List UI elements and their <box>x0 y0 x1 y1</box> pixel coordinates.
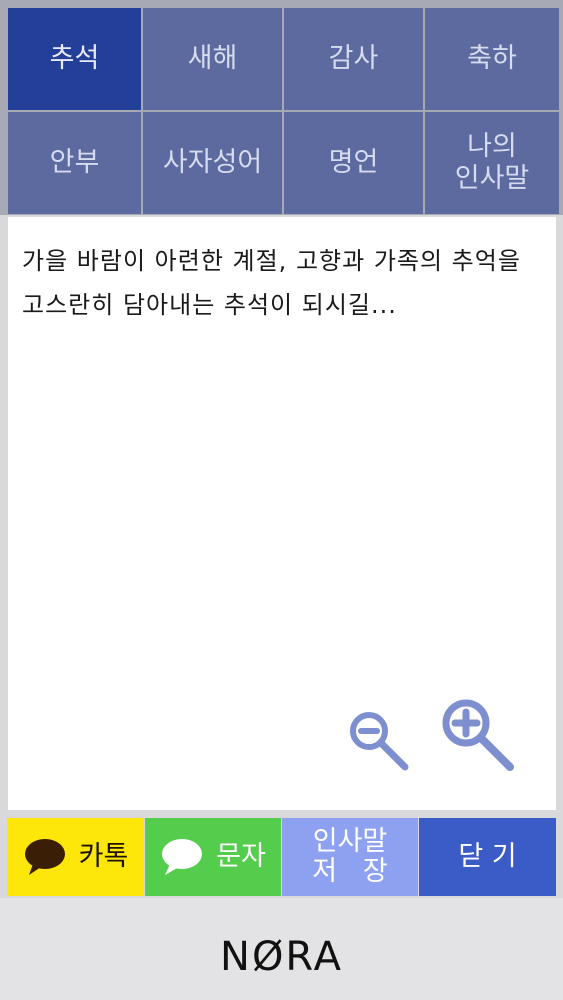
tab-new-year[interactable]: 새해 <box>143 8 282 110</box>
save-label-line1: 인사말 <box>312 826 388 857</box>
greeting-text: 가을 바람이 아련한 계절, 고향과 가족의 추억을 고스란히 담아내는 추석이… <box>22 247 521 319</box>
kakaotalk-label: 카톡 <box>78 841 129 872</box>
zoom-in-icon[interactable] <box>436 693 516 773</box>
message-panel: 가을 바람이 아련한 계절, 고향과 가족의 추억을 고스란히 담아내는 추석이… <box>8 217 556 810</box>
tab-my-greetings[interactable]: 나의 인사말 <box>425 112 559 214</box>
brand-logo: NØRA <box>220 934 343 980</box>
footer: NØRA <box>0 898 563 1000</box>
tab-congratulations[interactable]: 축하 <box>425 8 559 110</box>
speech-bubble-icon <box>23 837 67 877</box>
action-bar: 카톡 문자 인사말 저 장 닫 기 <box>7 818 557 896</box>
sms-label: 문자 <box>216 841 266 872</box>
save-greeting-button[interactable]: 인사말 저 장 <box>282 818 418 896</box>
tab-thanks[interactable]: 감사 <box>284 8 423 110</box>
close-button[interactable]: 닫 기 <box>419 818 556 896</box>
save-label-line2: 저 장 <box>312 856 388 887</box>
sms-share-button[interactable]: 문자 <box>145 818 281 896</box>
zoom-out-icon[interactable] <box>345 707 411 773</box>
close-label: 닫 기 <box>458 841 517 872</box>
kakaotalk-share-button[interactable]: 카톡 <box>7 818 144 896</box>
category-tabs: 추석 새해 감사 축하 안부 사자성어 명언 나의 인사말 <box>0 0 563 215</box>
tab-chuseok[interactable]: 추석 <box>8 8 141 110</box>
tab-regards[interactable]: 안부 <box>8 112 141 214</box>
tab-quotes[interactable]: 명언 <box>284 112 423 214</box>
tab-idioms[interactable]: 사자성어 <box>143 112 282 214</box>
chat-bubble-icon <box>160 837 204 877</box>
